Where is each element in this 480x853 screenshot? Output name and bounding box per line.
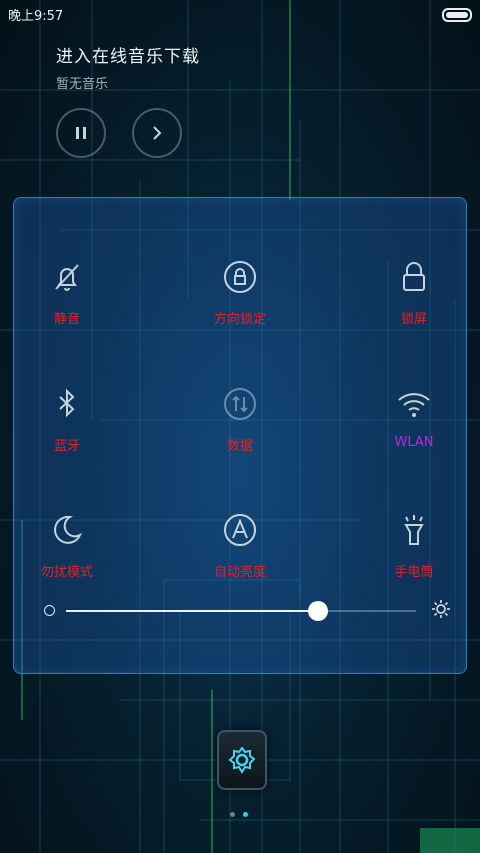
tile-lock-screen[interactable]: 锁屏 [359, 258, 469, 348]
status-bar: 晚上9:57 [0, 0, 480, 28]
quick-settings-panel: 静音 方向锁定 锁屏 蓝牙 数据 WLAN 勿扰模式 自动亮度 手电筒 [13, 197, 467, 674]
tile-label: 自动亮度 [213, 565, 266, 580]
music-widget[interactable]: 进入在线音乐下载 暂无音乐 [56, 42, 436, 92]
chevron-right-icon [153, 126, 162, 140]
tile-label: 方向锁定 [213, 312, 266, 327]
battery-icon [442, 8, 472, 22]
slider-thumb[interactable] [308, 601, 328, 621]
gear-icon [228, 746, 256, 774]
page-indicator [230, 812, 248, 817]
flashlight-icon [395, 511, 433, 549]
moon-icon [48, 511, 86, 549]
music-controls [56, 108, 182, 158]
bell-off-icon [48, 258, 86, 296]
brightness-high-icon [432, 600, 450, 618]
status-time: 晚上9:57 [8, 9, 64, 24]
tile-label: 静音 [53, 312, 80, 327]
tile-label: 数据 [226, 439, 253, 454]
wifi-icon [395, 385, 433, 423]
brightness-slider[interactable] [44, 598, 450, 624]
page-dot[interactable] [230, 812, 235, 817]
tile-label: WLAN [394, 435, 434, 450]
settings-app-icon[interactable] [217, 730, 267, 790]
tile-bluetooth[interactable]: 蓝牙 [12, 385, 122, 475]
slider-track[interactable] [66, 601, 416, 621]
auto-brightness-icon [221, 511, 259, 549]
tile-rotation-lock[interactable]: 方向锁定 [185, 258, 295, 348]
tile-label: 手电筒 [394, 565, 434, 580]
music-subtitle: 暂无音乐 [56, 77, 109, 92]
rotation-lock-icon [221, 258, 259, 296]
page-dot-active[interactable] [243, 812, 248, 817]
bluetooth-icon [48, 385, 86, 423]
lock-icon [395, 258, 433, 296]
pause-button[interactable] [56, 108, 106, 158]
pause-icon [76, 127, 86, 139]
mobile-data-icon [221, 385, 259, 423]
tile-mobile-data[interactable]: 数据 [185, 385, 295, 475]
tile-do-not-disturb[interactable]: 勿扰模式 [12, 511, 122, 601]
tile-auto-brightness[interactable]: 自动亮度 [185, 511, 295, 601]
slider-fill [66, 610, 318, 612]
brightness-low-icon [44, 605, 55, 616]
next-button[interactable] [132, 108, 182, 158]
tile-mute[interactable]: 静音 [12, 258, 122, 348]
tile-label: 勿扰模式 [40, 565, 93, 580]
tile-wlan[interactable]: WLAN [359, 385, 469, 475]
tile-label: 蓝牙 [53, 439, 80, 454]
tile-label: 锁屏 [400, 312, 427, 327]
music-title[interactable]: 进入在线音乐下载 [56, 42, 436, 67]
tile-flashlight[interactable]: 手电筒 [359, 511, 469, 601]
